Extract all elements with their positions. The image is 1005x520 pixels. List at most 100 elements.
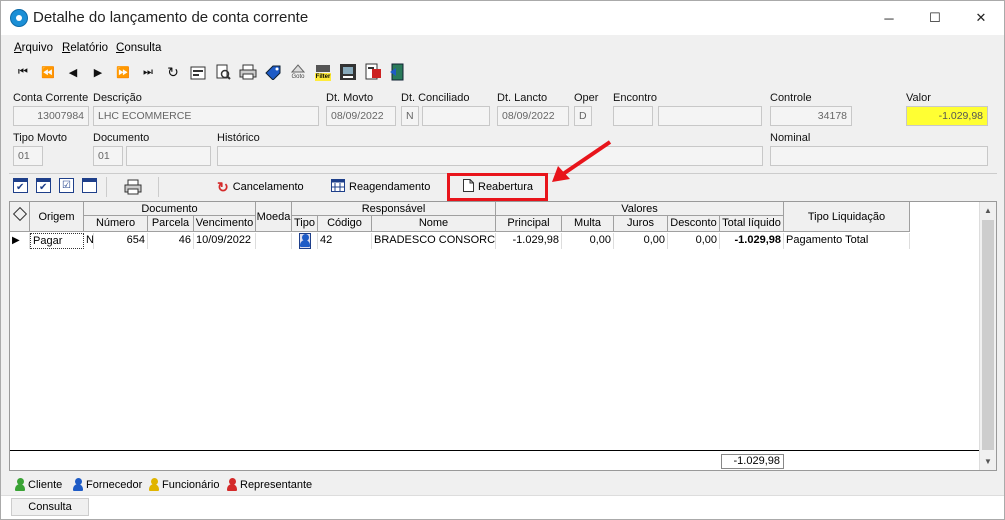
- next-icon[interactable]: ▶: [88, 63, 108, 81]
- total-divider: [10, 450, 980, 451]
- properties-icon[interactable]: [188, 63, 208, 81]
- col-origem[interactable]: Origem: [30, 202, 84, 232]
- controle-field[interactable]: 34178: [770, 106, 852, 126]
- prev-page-icon[interactable]: ⏪: [38, 63, 58, 81]
- first-icon[interactable]: ⏮: [13, 63, 33, 81]
- group-documento: Documento: [84, 202, 256, 216]
- check-all-icon[interactable]: ☑: [59, 178, 74, 193]
- scroll-up-icon[interactable]: ▲: [984, 206, 992, 215]
- menu-bar: Arquivo Relatório Consulta: [1, 39, 1004, 57]
- encontro-code-field[interactable]: [613, 106, 653, 126]
- cell-codigo: 42: [318, 233, 372, 249]
- col-principal[interactable]: Principal: [496, 216, 562, 232]
- cell-parcela: 46: [148, 233, 194, 249]
- tab-consulta[interactable]: Consulta: [11, 498, 89, 516]
- minimize-button[interactable]: ─: [866, 1, 912, 35]
- documento-field[interactable]: [126, 146, 211, 166]
- cell-tipo: [292, 233, 318, 249]
- descricao-field[interactable]: LHC ECOMMERCE: [93, 106, 319, 126]
- maximize-button[interactable]: ☐: [912, 1, 958, 35]
- grid-corner: [10, 202, 30, 232]
- documento-code-field[interactable]: 01: [93, 146, 123, 166]
- calendar-icon: [331, 179, 345, 195]
- valor-field[interactable]: -1.029,98: [906, 106, 988, 126]
- legend: Cliente Fornecedor Funcionário Represent…: [9, 475, 999, 495]
- col-nome[interactable]: Nome: [372, 216, 496, 232]
- valor-label: Valor: [906, 92, 931, 104]
- col-moeda[interactable]: Moeda: [256, 202, 292, 232]
- cell-origem[interactable]: Pagar: [30, 233, 84, 249]
- col-codigo[interactable]: Código: [318, 216, 372, 232]
- col-total-liquido[interactable]: Total líquido: [720, 216, 784, 232]
- conta-corrente-label: Conta Corrente: [13, 92, 89, 104]
- historico-label: Histórico: [217, 132, 260, 144]
- exit-icon[interactable]: [388, 63, 408, 81]
- cell-principal: -1.029,98: [496, 233, 562, 249]
- col-parcela[interactable]: Parcela: [148, 216, 194, 232]
- dt-conciliado-flag-field[interactable]: N: [401, 106, 419, 126]
- refresh-icon[interactable]: ↻: [163, 63, 183, 81]
- last-icon[interactable]: ⏭: [138, 63, 158, 81]
- close-button[interactable]: ✕: [958, 1, 1004, 35]
- dt-movto-label: Dt. Movto: [326, 92, 374, 104]
- reagendamento-label: Reagendamento: [349, 181, 431, 193]
- print-icon[interactable]: [123, 178, 143, 196]
- print-icon[interactable]: [238, 63, 258, 81]
- report-icon[interactable]: [338, 63, 358, 81]
- dt-conciliado-field[interactable]: [422, 106, 490, 126]
- controle-label: Controle: [770, 92, 812, 104]
- tipo-movto-field[interactable]: 01: [13, 146, 43, 166]
- col-desconto[interactable]: Desconto: [668, 216, 720, 232]
- scroll-down-icon[interactable]: ▼: [984, 457, 992, 466]
- nominal-field[interactable]: [770, 146, 988, 166]
- prev-icon[interactable]: ◀: [63, 63, 83, 81]
- menu-relatorio[interactable]: Relatório: [62, 42, 108, 54]
- cell-total-liquido: -1.029,98: [720, 233, 784, 249]
- menu-consulta[interactable]: Consulta: [116, 42, 161, 54]
- select-all-icon[interactable]: ✔: [13, 178, 28, 193]
- funcionario-person-icon: [149, 478, 159, 492]
- cell-vencimento: 10/09/2022: [194, 233, 256, 249]
- representante-person-icon: [227, 478, 237, 492]
- encontro-field[interactable]: [658, 106, 762, 126]
- col-vencimento[interactable]: Vencimento: [194, 216, 256, 232]
- col-multa[interactable]: Multa: [562, 216, 614, 232]
- goto-icon[interactable]: Goto: [288, 63, 308, 81]
- reagendamento-button[interactable]: Reagendamento: [331, 175, 430, 199]
- col-tipo-liquidacao[interactable]: Tipo Liquidação: [784, 202, 910, 232]
- col-tipo[interactable]: Tipo: [292, 216, 318, 232]
- nominal-label: Nominal: [770, 132, 811, 144]
- next-page-icon[interactable]: ⏩: [113, 63, 133, 81]
- col-numero[interactable]: Número: [84, 216, 148, 232]
- col-juros[interactable]: Juros: [614, 216, 668, 232]
- cell-flag: N: [84, 233, 94, 249]
- highlight-box: [447, 173, 548, 201]
- tag-icon[interactable]: [263, 63, 283, 81]
- dt-lancto-field[interactable]: 08/09/2022: [497, 106, 569, 126]
- filter-icon[interactable]: Filter: [313, 63, 333, 81]
- cancel-refresh-icon: ↻: [217, 178, 229, 195]
- legend-fornecedor: Fornecedor: [73, 478, 142, 492]
- export-icon[interactable]: [363, 63, 383, 81]
- select-icon: [12, 206, 27, 222]
- descricao-label: Descrição: [93, 92, 142, 104]
- check-marked-icon[interactable]: ✔: [36, 178, 51, 193]
- main-window: Detalhe do lançamento de conta corrente …: [0, 0, 1005, 520]
- scroll-thumb[interactable]: [982, 220, 994, 450]
- uncheck-all-icon[interactable]: [82, 178, 97, 193]
- cancelamento-button[interactable]: ↻ Cancelamento: [217, 175, 304, 199]
- window-title: Detalhe do lançamento de conta corrente: [33, 9, 309, 26]
- historico-field[interactable]: [217, 146, 763, 166]
- cell-nome: BRADESCO CONSORCIOS: [372, 233, 496, 249]
- legend-funcionario: Funcionário: [149, 478, 219, 492]
- documento-label: Documento: [93, 132, 150, 144]
- cell-tipo-liquidacao: Pagamento Total: [784, 233, 910, 249]
- oper-field[interactable]: D: [574, 106, 592, 126]
- menu-arquivo[interactable]: Arquivo: [14, 42, 53, 54]
- dt-movto-field[interactable]: 08/09/2022: [326, 106, 396, 126]
- toolbar: ⏮ ⏪ ◀ ▶ ⏩ ⏭ ↻ Goto Filter: [1, 59, 1004, 85]
- print-preview-icon[interactable]: [213, 63, 233, 81]
- group-valores: Valores: [496, 202, 784, 216]
- vertical-scrollbar[interactable]: ▲ ▼: [979, 202, 996, 470]
- conta-corrente-field[interactable]: 13007984: [13, 106, 89, 126]
